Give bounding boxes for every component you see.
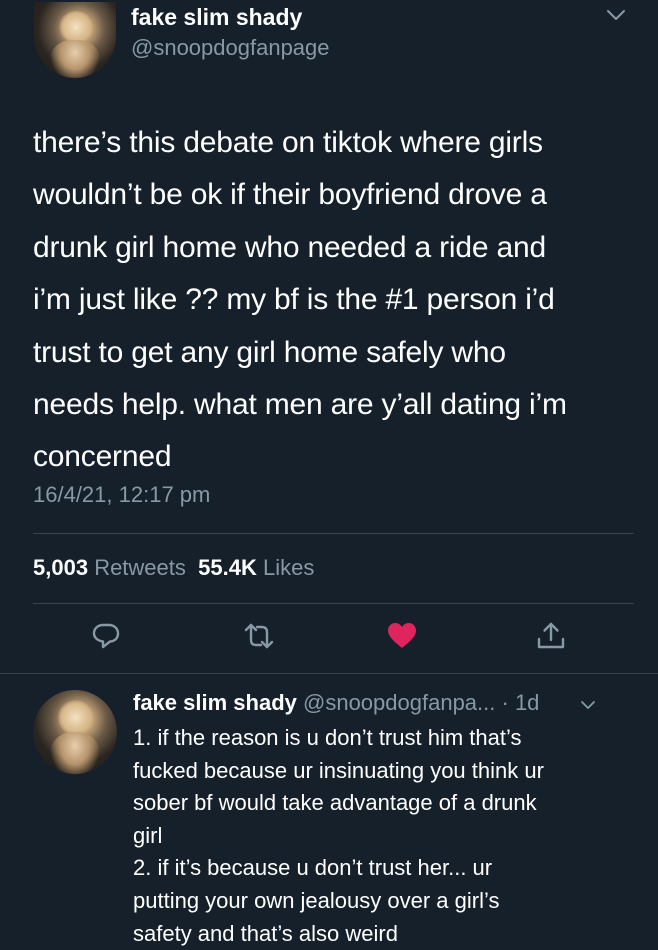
tweet-timestamp[interactable]: 16/4/21, 12:17 pm (33, 481, 210, 509)
retweet-icon (243, 620, 275, 652)
tweet-line: trust to get any girl home safely who (33, 335, 506, 369)
reply-author-avatar[interactable] (33, 690, 117, 774)
reply-line: 1. if the reason is u don’t trust him th… (133, 725, 522, 750)
reply-line: girl (133, 822, 163, 848)
reply-line: 2. if it’s because u don’t trust her... … (133, 855, 493, 881)
reply-line: sober bf would take advantage of a drunk (133, 790, 537, 816)
likes-label: Likes (262, 555, 315, 580)
reply-age[interactable]: · 1d (502, 690, 540, 715)
tweet-text: there’s this debate on tiktok where girl… (33, 117, 643, 484)
chevron-down-icon[interactable] (580, 698, 596, 710)
author-handle[interactable]: @snoopdogfanpage (131, 34, 330, 62)
like-icon (386, 620, 418, 652)
author-name[interactable]: fake slim shady (131, 3, 302, 31)
divider (33, 533, 634, 534)
tweet-separator (0, 673, 658, 674)
likes-count: 55.4K (198, 555, 257, 580)
like-button[interactable] (386, 620, 418, 652)
reply-line: putting your own jealousy over a girl’s (133, 887, 500, 913)
retweets-stat[interactable]: 5,003 Retweets (33, 555, 186, 580)
chevron-down-icon[interactable] (606, 8, 626, 22)
tweet-line: drunk girl home who needed a ride and (33, 230, 546, 264)
share-icon (535, 620, 567, 652)
retweets-count: 5,003 (33, 555, 89, 580)
tweet-line: there’s this debate on tiktok where girl… (33, 126, 543, 159)
reply-text: 1. if the reason is u don’t trust him th… (133, 722, 643, 950)
tweet-line: i’m just like ?? my bf is the #1 person … (33, 283, 555, 317)
tweet-line: wouldn’t be ok if their boyfriend drove … (33, 178, 547, 212)
divider (33, 603, 634, 604)
reply-line: safety and that’s also weird (133, 920, 398, 946)
retweets-label: Retweets (94, 555, 186, 580)
reply-author-name[interactable]: fake slim shady (133, 690, 297, 715)
reply-icon (90, 620, 122, 652)
reply-button[interactable] (90, 620, 122, 652)
share-button[interactable] (535, 620, 567, 652)
reply-header: fake slim shady @snoopdogfanpa... · 1d (133, 689, 539, 717)
likes-stat[interactable]: 55.4K Likes (198, 555, 314, 580)
reply-author-handle[interactable]: @snoopdogfanpa... (303, 690, 495, 715)
tweet-stats: 5,003 Retweets 55.4K Likes (33, 554, 314, 582)
tweet-line: concerned (33, 440, 172, 474)
retweet-button[interactable] (243, 620, 275, 652)
author-avatar[interactable] (34, 2, 116, 78)
reply-line: fucked because ur insinuating you think … (133, 757, 544, 783)
tweet-line: needs help. what men are y’all dating i’… (33, 388, 567, 422)
